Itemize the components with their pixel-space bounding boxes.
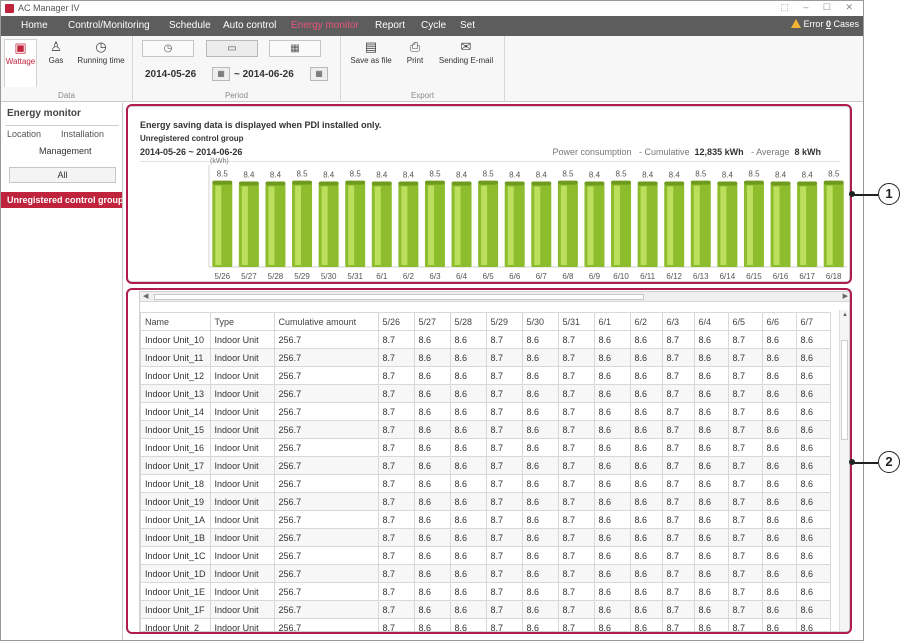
print-label: Print — [406, 56, 424, 65]
gas-icon: ♙ — [50, 39, 62, 54]
floppy-icon: ▤ — [364, 39, 378, 54]
tab-management[interactable]: Management — [39, 146, 92, 156]
tab-installation[interactable]: Installation — [61, 129, 104, 139]
send-email-button[interactable]: ✉ Sending E-mail — [433, 39, 499, 65]
save-as-file-button[interactable]: ▤ Save as file — [347, 39, 395, 65]
window-controls[interactable]: ⬚ – ☐ ✕ — [780, 2, 859, 13]
left-panel: Energy monitor Location Installation Man… — [1, 103, 123, 640]
error-count: 0 — [825, 19, 831, 29]
period-group: ◷ ▭ ▦ 2014-05-26 ▦ ~ 2014-06-26 ▦ Period — [133, 36, 341, 102]
callout-2-line — [853, 462, 878, 464]
plug-icon: ▣ — [14, 40, 27, 55]
running-time-button[interactable]: ◷ Running time — [75, 39, 127, 65]
callout-1: 1 — [878, 183, 900, 205]
all-button[interactable]: All — [9, 167, 116, 183]
period-group-label: Period — [224, 91, 249, 100]
print-button[interactable]: ⎙ Print — [401, 39, 429, 65]
data-group: ▣ Wattage ♙ Gas ◷ Running time Data — [1, 36, 133, 102]
wattage-button[interactable]: ▣ Wattage — [4, 39, 37, 87]
menu-auto-control[interactable]: Auto control — [223, 20, 276, 31]
data-group-label: Data — [58, 91, 75, 100]
menu-cycle[interactable]: Cycle — [421, 20, 446, 31]
title-bar: AC Manager IV ⬚ – ☐ ✕ — [1, 1, 863, 16]
gas-label: Gas — [48, 56, 64, 65]
tab-location[interactable]: Location — [7, 129, 41, 139]
period-monthly-tab[interactable]: ▭ — [206, 40, 258, 57]
menu-bar: Home Control/Monitoring Schedule Auto co… — [1, 16, 863, 36]
save-as-file-label: Save as file — [350, 56, 392, 65]
period-start-date[interactable]: 2014-05-26 — [145, 69, 196, 80]
warning-icon — [791, 19, 802, 28]
export-group: ▤ Save as file ⎙ Print ✉ Sending E-mail … — [341, 36, 505, 102]
menu-control-monitoring[interactable]: Control/Monitoring — [68, 20, 150, 31]
menu-schedule[interactable]: Schedule — [169, 20, 211, 31]
period-daily-tab[interactable]: ◷ — [142, 40, 194, 57]
sidebar-item-unregistered-group[interactable]: Unregistered control group — [1, 192, 122, 208]
send-email-label: Sending E-mail — [438, 56, 494, 65]
clock-icon: ◷ — [95, 39, 107, 54]
end-calendar-button[interactable]: ▦ — [310, 67, 328, 81]
left-panel-title: Energy monitor — [7, 108, 81, 119]
menu-set[interactable]: Set — [460, 20, 475, 31]
menu-report[interactable]: Report — [375, 20, 405, 31]
highlight-frame-2 — [126, 288, 852, 634]
error-indicator[interactable]: Error 0 Cases — [791, 19, 859, 29]
calendar-grid-icon: ▦ — [290, 43, 300, 54]
start-calendar-button[interactable]: ▦ — [212, 67, 230, 81]
menu-energy-monitor[interactable]: Energy monitor — [291, 20, 359, 31]
wattage-label: Wattage — [5, 57, 36, 66]
callout-1-line — [853, 194, 878, 196]
callout-2: 2 — [878, 451, 900, 473]
app-logo-icon — [5, 4, 14, 13]
menu-home[interactable]: Home — [21, 20, 48, 31]
ribbon-toolbar: ▣ Wattage ♙ Gas ◷ Running time Data ◷ ▭ … — [1, 36, 863, 102]
envelope-icon: ✉ — [460, 39, 472, 54]
gas-button[interactable]: ♙ Gas — [43, 39, 69, 65]
left-panel-tabs: Location Installation Management — [5, 125, 119, 161]
period-yearly-tab[interactable]: ▦ — [269, 40, 321, 57]
printer-icon: ⎙ — [409, 39, 421, 54]
clock-icon: ◷ — [163, 43, 173, 54]
window-title: AC Manager IV — [18, 3, 80, 13]
running-time-label: Running time — [77, 56, 125, 65]
calendar-icon: ▭ — [227, 43, 237, 54]
error-suffix: Cases — [833, 19, 859, 29]
error-label: Error — [803, 19, 824, 29]
highlight-frame-1 — [126, 104, 852, 284]
export-group-label: Export — [410, 91, 435, 100]
period-end-date[interactable]: ~ 2014-06-26 — [234, 69, 294, 80]
